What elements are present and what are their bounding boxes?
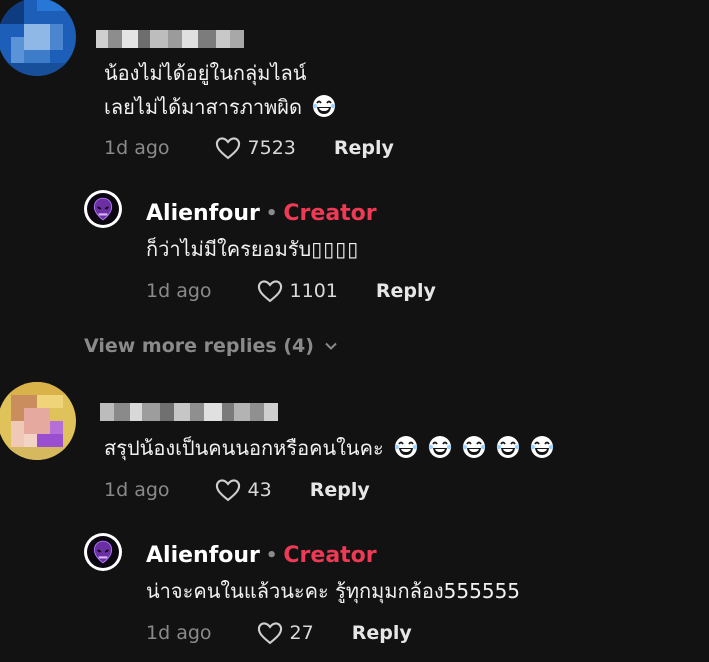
alien-logo-icon <box>93 540 113 564</box>
reply-text: น่าจะคนในแล้วนะคะ รู้ทุกมุมกล้อง555555 <box>146 579 521 603</box>
commenter-name-blurred[interactable] <box>96 30 244 48</box>
creator-avatar[interactable] <box>84 190 122 228</box>
reply-meta: 1d ago 1101 Reply <box>146 276 436 306</box>
commenter-avatar[interactable] <box>0 382 76 460</box>
face-with-tears-of-joy-icon <box>394 436 417 458</box>
face-with-tears-of-joy-icon <box>496 436 519 458</box>
reply-author-name[interactable]: Alienfour <box>146 201 260 226</box>
reply-meta: 1d ago 27 Reply <box>146 618 412 648</box>
commenter-avatar[interactable] <box>0 0 76 76</box>
creator-avatar[interactable] <box>84 533 122 571</box>
comment-time: 1d ago <box>104 137 170 159</box>
like-button[interactable]: 43 <box>214 476 310 504</box>
like-count: 1101 <box>289 280 338 302</box>
face-with-tears-of-joy-icon <box>530 436 553 458</box>
like-count: 27 <box>289 622 314 644</box>
chevron-down-icon <box>325 342 337 350</box>
comment-text: สรุปน้องเป็นคนนอกหรือคนในคะ <box>104 431 554 465</box>
separator-dot: • <box>265 544 278 566</box>
reply-author-line: Alienfour • Creator <box>146 540 377 570</box>
separator-dot: • <box>265 202 278 224</box>
reply-time: 1d ago <box>146 622 212 644</box>
view-more-replies[interactable]: View more replies (4) <box>84 335 338 357</box>
emoji-row <box>384 436 554 460</box>
face-with-tears-of-joy-icon <box>428 436 451 458</box>
comment-meta: 1d ago 7523 Reply <box>104 133 394 163</box>
heart-icon <box>215 137 240 160</box>
like-button[interactable]: 1101 <box>256 277 376 305</box>
heart-icon <box>257 280 282 303</box>
face-with-tears-of-joy-icon <box>312 95 336 117</box>
like-button[interactable]: 27 <box>256 619 352 647</box>
heart-icon <box>257 622 282 645</box>
comment-time: 1d ago <box>104 479 170 501</box>
reply-button[interactable]: Reply <box>376 280 436 302</box>
creator-badge: Creator <box>283 200 377 226</box>
comment-meta: 1d ago 43 Reply <box>104 475 370 505</box>
unrendered-glyphs: ▯▯▯▯ <box>311 237 360 261</box>
like-button[interactable]: 7523 <box>214 134 334 162</box>
face-with-tears-of-joy-icon <box>462 436 485 458</box>
like-count: 43 <box>247 479 272 501</box>
creator-badge: Creator <box>283 542 377 568</box>
view-more-label: View more replies (4) <box>84 335 314 357</box>
comment-text: น้องไม่ได้อยู่ในกลุ่มไลน์ เลยไม่ได้มาสาร… <box>104 56 336 124</box>
reply-text: ก็ว่าไม่มีใครยอมรับ▯▯▯▯ <box>146 237 360 261</box>
reply-button[interactable]: Reply <box>334 137 394 159</box>
alien-logo-icon <box>93 197 113 221</box>
reply-author-name[interactable]: Alienfour <box>146 543 260 568</box>
reply-button[interactable]: Reply <box>352 622 412 644</box>
reply-author-line: Alienfour • Creator <box>146 198 377 228</box>
like-count: 7523 <box>247 137 296 159</box>
commenter-name-blurred[interactable] <box>100 403 278 421</box>
reply-button[interactable]: Reply <box>310 479 370 501</box>
reply-time: 1d ago <box>146 280 212 302</box>
heart-icon <box>215 479 240 502</box>
